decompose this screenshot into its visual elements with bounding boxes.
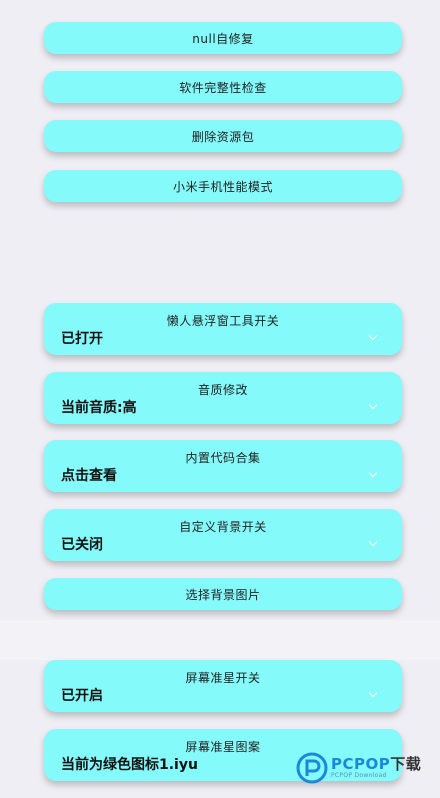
chevron-down-icon bbox=[368, 688, 378, 698]
chevron-down-icon bbox=[368, 468, 378, 478]
select-title: 内置代码合集 bbox=[185, 451, 261, 465]
select-value: 已关闭 bbox=[61, 537, 103, 553]
audio-quality-select[interactable]: 音质修改 当前音质:高 bbox=[44, 372, 402, 424]
watermark-tagline: PCPOP Download bbox=[331, 772, 387, 779]
watermark-suffix: 下载 bbox=[390, 755, 422, 773]
top-partial-text bbox=[0, 0, 440, 6]
null-repair-button[interactable]: null自修复 bbox=[44, 22, 402, 54]
chevron-down-icon bbox=[368, 331, 378, 341]
chevron-down-icon bbox=[368, 400, 378, 410]
chevron-down-icon bbox=[368, 537, 378, 547]
integrity-check-button[interactable]: 软件完整性检查 bbox=[44, 71, 402, 103]
xiaomi-performance-button[interactable]: 小米手机性能模式 bbox=[44, 170, 402, 202]
select-value: 已开启 bbox=[61, 688, 103, 704]
delete-resource-pack-button[interactable]: 删除资源包 bbox=[44, 120, 402, 152]
select-title: 音质修改 bbox=[197, 383, 248, 397]
pcpop-watermark: PCPOP下载 PCPOP Download bbox=[296, 748, 436, 788]
custom-bg-select[interactable]: 自定义背景开关 已关闭 bbox=[44, 509, 402, 561]
select-title: 屏幕准星开关 bbox=[185, 671, 261, 685]
pcpop-logo-icon bbox=[296, 752, 328, 784]
select-value: 当前音质:高 bbox=[61, 400, 137, 416]
builtin-codes-select[interactable]: 内置代码合集 点击查看 bbox=[44, 440, 402, 492]
lazy-float-tool-select[interactable]: 懒人悬浮窗工具开关 已打开 bbox=[44, 303, 402, 355]
choose-bg-image-button[interactable]: 选择背景图片 bbox=[44, 578, 402, 610]
select-value: 当前为绿色图标1.iyu bbox=[61, 757, 198, 773]
select-value: 已打开 bbox=[61, 331, 103, 347]
section-divider bbox=[0, 620, 440, 660]
select-title: 自定义背景开关 bbox=[179, 520, 267, 534]
select-value: 点击查看 bbox=[61, 468, 117, 484]
crosshair-switch-select[interactable]: 屏幕准星开关 已开启 bbox=[44, 660, 402, 712]
watermark-brand: PCPOP bbox=[331, 755, 391, 773]
select-title: 懒人悬浮窗工具开关 bbox=[166, 314, 280, 328]
